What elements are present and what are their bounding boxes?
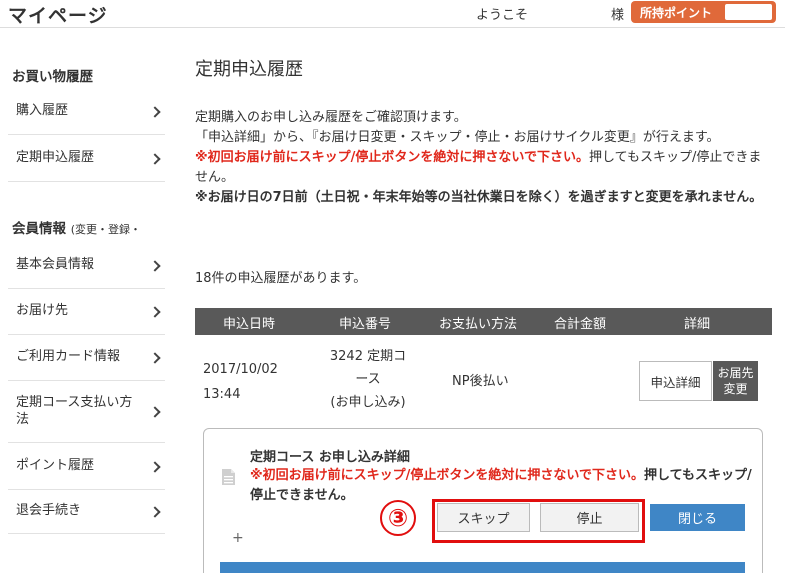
sidebar-heading-shopping: お買い物履歴 [12, 69, 93, 85]
sidebar-item-label: 定期コース支払い方 法 [16, 395, 133, 427]
sidebar-item-subscription-history[interactable]: 定期申込履歴 [8, 135, 165, 182]
chevron-right-icon [149, 506, 161, 518]
sidebar-item-label: お届け先 [16, 303, 69, 318]
close-button[interactable]: 閉じる [650, 504, 745, 531]
chevron-right-icon [149, 406, 161, 418]
sidebar-item-label: ご利用カード情報 [16, 349, 121, 364]
welcome-text: ようこそ [476, 8, 529, 23]
column-header-detail: 詳細 [684, 317, 711, 332]
chevron-right-icon [149, 352, 161, 364]
order-date: 2017/10/02 [203, 362, 278, 377]
column-header-date: 申込日時 [223, 317, 276, 332]
section-title: 定期申込履歴 [195, 59, 303, 80]
sidebar-item-label: 基本会員情報 [16, 257, 95, 272]
sidebar-item-purchase-history[interactable]: 購入履歴 [8, 87, 165, 135]
points-label: 所持ポイント [640, 6, 713, 20]
sidebar-item-label: 購入履歴 [16, 103, 69, 118]
order-number: 3242 定期コ ース (お申し込み) [318, 345, 418, 414]
chevron-right-icon [149, 106, 161, 118]
chevron-right-icon [149, 153, 161, 165]
points-badge: 所持ポイント [631, 1, 776, 23]
chevron-right-icon [149, 306, 161, 318]
sidebar-item-point-history[interactable]: ポイント履歴 [8, 443, 165, 490]
honorific-text: 様 [611, 8, 625, 23]
intro-warning-1: ※初回お届け前にスキップ/停止ボタンを絶対に押さないで下さい。押してもスキップ/… [195, 148, 770, 188]
panel-warning-red: ※初回お届け前にスキップ/停止ボタンを絶対に押さないで下さい。 [250, 468, 644, 483]
sidebar-heading-member-label: 会員情報 [12, 221, 66, 237]
sidebar-item-delivery-address[interactable]: お届け先 [8, 289, 165, 335]
order-number-line: ース [355, 372, 381, 387]
change-address-label: お届先 [717, 366, 754, 380]
chevron-right-icon [149, 461, 161, 473]
header: マイページ ようこそ 様 所持ポイント [0, 0, 785, 28]
annotation-highlight-box [432, 499, 645, 543]
chevron-right-icon [149, 260, 161, 272]
intro-line-2: 「申込詳細」から、『お届け日変更・スキップ・停止・お届けサイクル変更』が行えます… [195, 130, 720, 145]
annotation-step-number: ③ [380, 500, 416, 536]
column-header-order-number: 申込番号 [339, 317, 392, 332]
warning-red-text: ※初回お届け前にスキップ/停止ボタンを絶対に押さないで下さい。 [195, 150, 589, 165]
intro-line-1: 定期購入のお申し込み履歴をご確認頂けます。 [195, 110, 467, 125]
column-header-payment: お支払い方法 [439, 317, 518, 332]
change-address-button[interactable]: お届先 変更 [713, 361, 758, 401]
sidebar-item-label: 定期申込履歴 [16, 150, 95, 165]
sidebar-item-card-info[interactable]: ご利用カード情報 [8, 335, 165, 381]
page-title: マイページ [8, 5, 108, 27]
points-value [725, 4, 772, 20]
expand-plus-icon[interactable]: + [232, 530, 244, 546]
document-icon [222, 469, 235, 485]
sidebar-item-withdrawal[interactable]: 退会手続き [8, 490, 165, 534]
order-status: (お申し込み) [330, 395, 406, 410]
sidebar-item-label: 退会手続き [16, 503, 82, 518]
intro-text: 定期購入のお申し込み履歴をご確認頂けます。 「申込詳細」から、『お届け日変更・ス… [195, 108, 770, 208]
sidebar-item-member-info[interactable]: 基本会員情報 [8, 240, 165, 289]
sidebar-item-subscription-payment[interactable]: 定期コース支払い方 法 [8, 381, 165, 443]
sidebar-heading-member: 会員情報 (変更・登録・ [12, 217, 141, 237]
order-number-line: 3242 定期コ [329, 349, 407, 364]
order-datetime: 2017/10/02 13:44 [203, 357, 278, 407]
order-detail-button[interactable]: 申込詳細 [639, 361, 712, 401]
bottom-action-bar[interactable] [220, 562, 745, 573]
intro-warning-2: ※お届け日の7日前（土日祝・年末年始等の当社休業日を除く）を過ぎますと変更を承れ… [195, 190, 763, 205]
history-count: 18件の申込履歴があります。 [195, 271, 367, 286]
payment-method: NP後払い [452, 374, 509, 389]
panel-title: 定期コース お申し込み詳細 [250, 450, 410, 465]
sidebar-heading-member-sub: (変更・登録・ [70, 223, 141, 236]
change-address-label: 変更 [723, 382, 748, 396]
column-header-total: 合計金額 [554, 317, 607, 332]
order-time: 13:44 [203, 387, 241, 402]
table-header: 申込日時 申込番号 お支払い方法 合計金額 詳細 [195, 308, 772, 335]
sidebar-item-label: ポイント履歴 [16, 458, 95, 473]
